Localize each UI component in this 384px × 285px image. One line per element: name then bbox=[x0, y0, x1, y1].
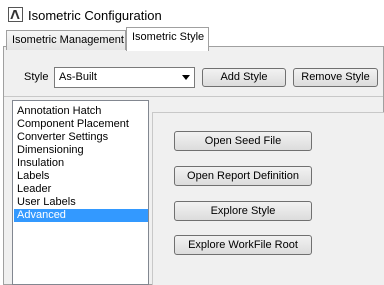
list-item-annotation-hatch[interactable]: Annotation Hatch bbox=[14, 105, 148, 118]
explore-style-button[interactable]: Explore Style bbox=[174, 201, 312, 221]
list-item-insulation[interactable]: Insulation bbox=[14, 157, 148, 170]
list-item-user-labels[interactable]: User Labels bbox=[14, 196, 148, 209]
isometric-app-icon bbox=[8, 7, 23, 22]
chevron-down-icon bbox=[182, 75, 190, 80]
tab-strip: Isometric Management Isometric Style bbox=[0, 26, 384, 51]
list-item-dimensioning[interactable]: Dimensioning bbox=[14, 144, 148, 157]
list-item-converter-settings[interactable]: Converter Settings bbox=[14, 131, 148, 144]
category-list[interactable]: Annotation Hatch Component Placement Con… bbox=[12, 100, 149, 285]
list-item-advanced[interactable]: Advanced bbox=[14, 209, 148, 222]
style-dropdown-value: As-Built bbox=[59, 71, 97, 83]
open-seed-file-button[interactable]: Open Seed File bbox=[174, 131, 312, 151]
style-dropdown[interactable]: As-Built bbox=[54, 67, 195, 88]
open-report-definition-button[interactable]: Open Report Definition bbox=[174, 166, 312, 186]
remove-style-button[interactable]: Remove Style bbox=[293, 68, 378, 87]
list-item-component-placement[interactable]: Component Placement bbox=[14, 118, 148, 131]
explore-workfile-root-button[interactable]: Explore WorkFile Root bbox=[174, 235, 312, 255]
list-item-leader[interactable]: Leader bbox=[14, 183, 148, 196]
window-title: Isometric Configuration bbox=[28, 8, 162, 23]
tab-isometric-management[interactable]: Isometric Management bbox=[6, 30, 126, 50]
tab-isometric-style[interactable]: Isometric Style bbox=[126, 27, 209, 51]
style-label: Style bbox=[24, 71, 49, 83]
divider bbox=[4, 96, 383, 97]
list-item-labels[interactable]: Labels bbox=[14, 170, 148, 183]
add-style-button[interactable]: Add Style bbox=[202, 68, 286, 87]
